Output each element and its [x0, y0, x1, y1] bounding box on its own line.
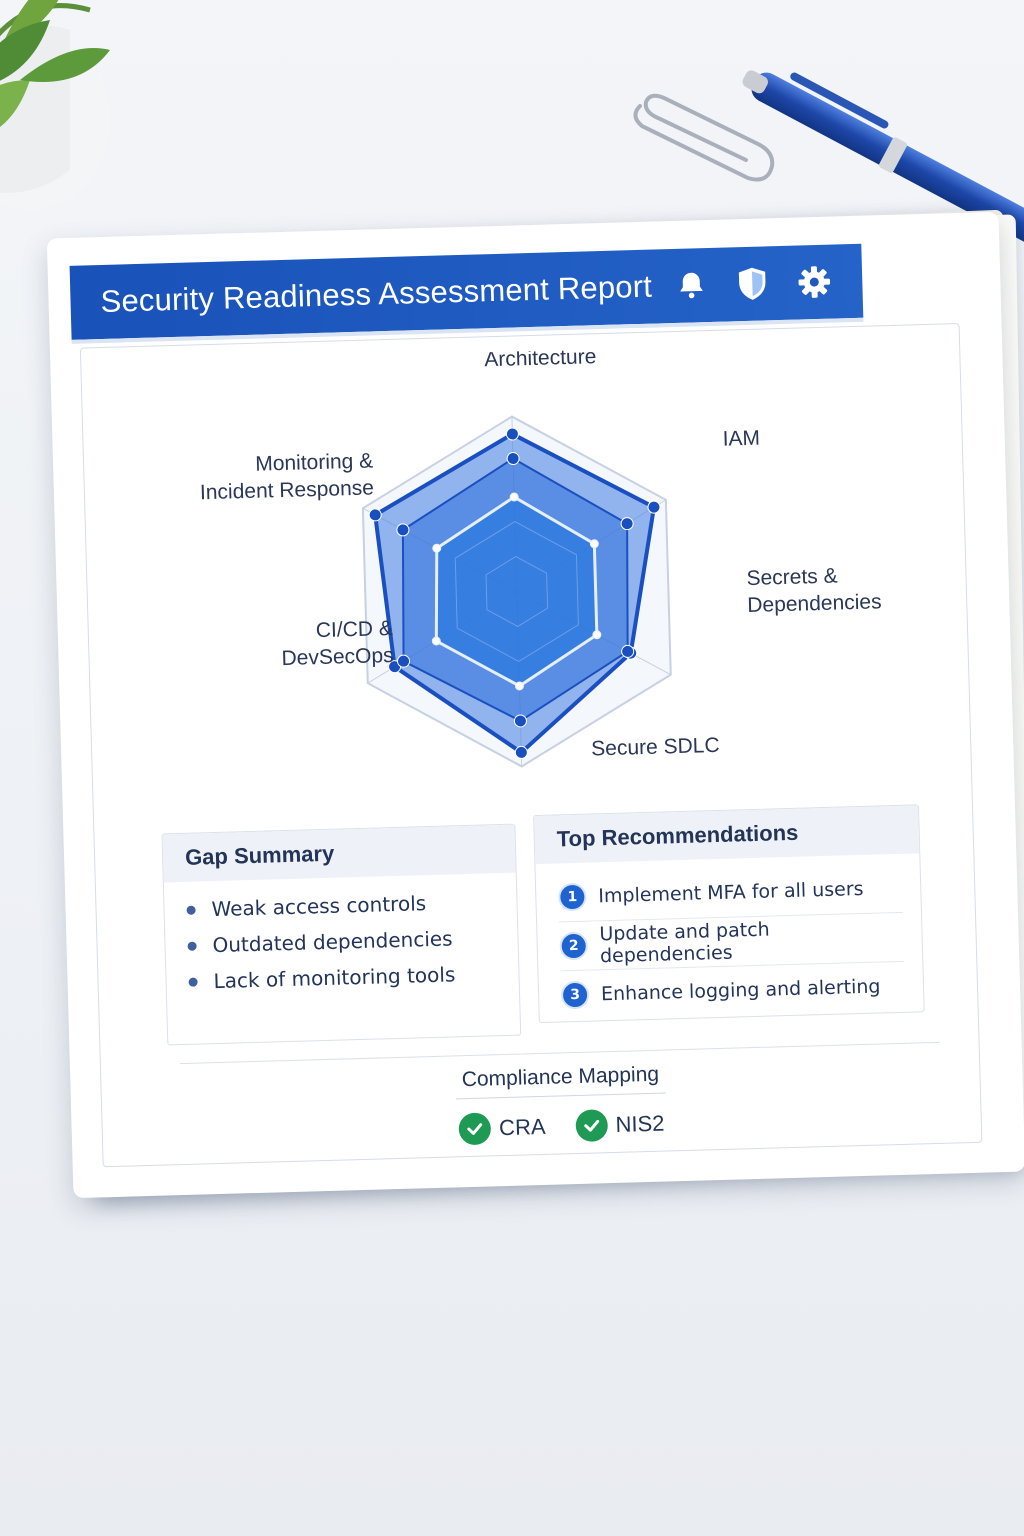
radar-data-point — [589, 539, 599, 549]
axis-label-line: DevSecOps — [281, 644, 394, 670]
radar-data-point — [514, 745, 528, 759]
bullet-icon — [186, 905, 196, 915]
check-icon — [575, 1109, 608, 1143]
compliance-items: CRA NIS2 — [181, 1100, 942, 1153]
compliance-item-cra: CRA — [458, 1111, 546, 1146]
recommendations-panel: Top Recommendations 1 Implement MFA for a… — [533, 804, 925, 1024]
bullet-icon — [187, 941, 197, 951]
radar-data-point — [432, 543, 442, 553]
header-icon-group — [674, 263, 833, 305]
number-badge: 2 — [559, 931, 589, 961]
number-badge: 1 — [557, 882, 587, 912]
radar-data-point — [505, 427, 519, 441]
radar-data-point — [506, 452, 520, 466]
potted-plant-image — [0, 0, 110, 210]
compliance-mapping-section: Compliance Mapping CRA NIS2 — [179, 1041, 943, 1165]
axis-label-line: CI/CD & — [316, 617, 394, 642]
radar-data-point — [397, 654, 411, 668]
gap-summary-list: Weak access controls Outdated dependenci… — [164, 873, 519, 1001]
number-badge: 3 — [560, 980, 590, 1010]
compliance-title: Compliance Mapping — [455, 1062, 666, 1100]
radar-data-point — [592, 630, 602, 640]
compliance-item-nis2: NIS2 — [575, 1108, 665, 1143]
radar-data-point — [396, 523, 410, 537]
report-title: Security Readiness Assessment Report — [100, 268, 653, 319]
radar-data-point — [620, 517, 634, 531]
report-page: Security Readiness Assessment Report Arc… — [46, 211, 1024, 1199]
radar-axis-label: Secure SDLC — [591, 734, 720, 761]
bell-icon[interactable] — [674, 268, 709, 303]
axis-label-line: Incident Response — [200, 476, 375, 504]
axis-label-line: IAM — [722, 427, 760, 451]
gear-icon[interactable] — [796, 264, 833, 301]
axis-label-line: Secrets & — [746, 565, 838, 591]
axis-label-line: Monitoring & — [255, 449, 373, 475]
radar-data-point — [368, 508, 382, 522]
recommendations-list: 1 Implement MFA for all users 2 Update and… — [535, 853, 923, 1020]
radar-axis-label: Monitoring &Incident Response — [199, 449, 374, 504]
gap-summary-panel: Gap Summary Weak access controls Outdate… — [161, 823, 522, 1046]
axis-label-line: Dependencies — [747, 590, 882, 617]
radar-axis-label: Secrets &Dependencies — [746, 563, 882, 617]
radar-axis-label: CI/CD &DevSecOps — [280, 617, 393, 670]
radar-axis-label: IAM — [722, 427, 760, 451]
radar-data-point — [621, 644, 635, 658]
radar-data-point — [647, 500, 661, 514]
radar-data-point — [431, 636, 441, 646]
radar-data-point — [513, 714, 527, 728]
radar-data-point — [509, 492, 519, 502]
readiness-radar-chart: ArchitectureIAMSecrets &DependenciesSecu… — [199, 345, 882, 768]
axis-label-line: Secure SDLC — [591, 734, 720, 761]
radar-data-point — [514, 681, 524, 691]
shield-icon[interactable] — [734, 264, 771, 303]
list-item: 3 Enhance logging and alerting — [560, 962, 905, 1020]
check-icon — [458, 1112, 492, 1146]
bullet-icon — [188, 977, 198, 987]
